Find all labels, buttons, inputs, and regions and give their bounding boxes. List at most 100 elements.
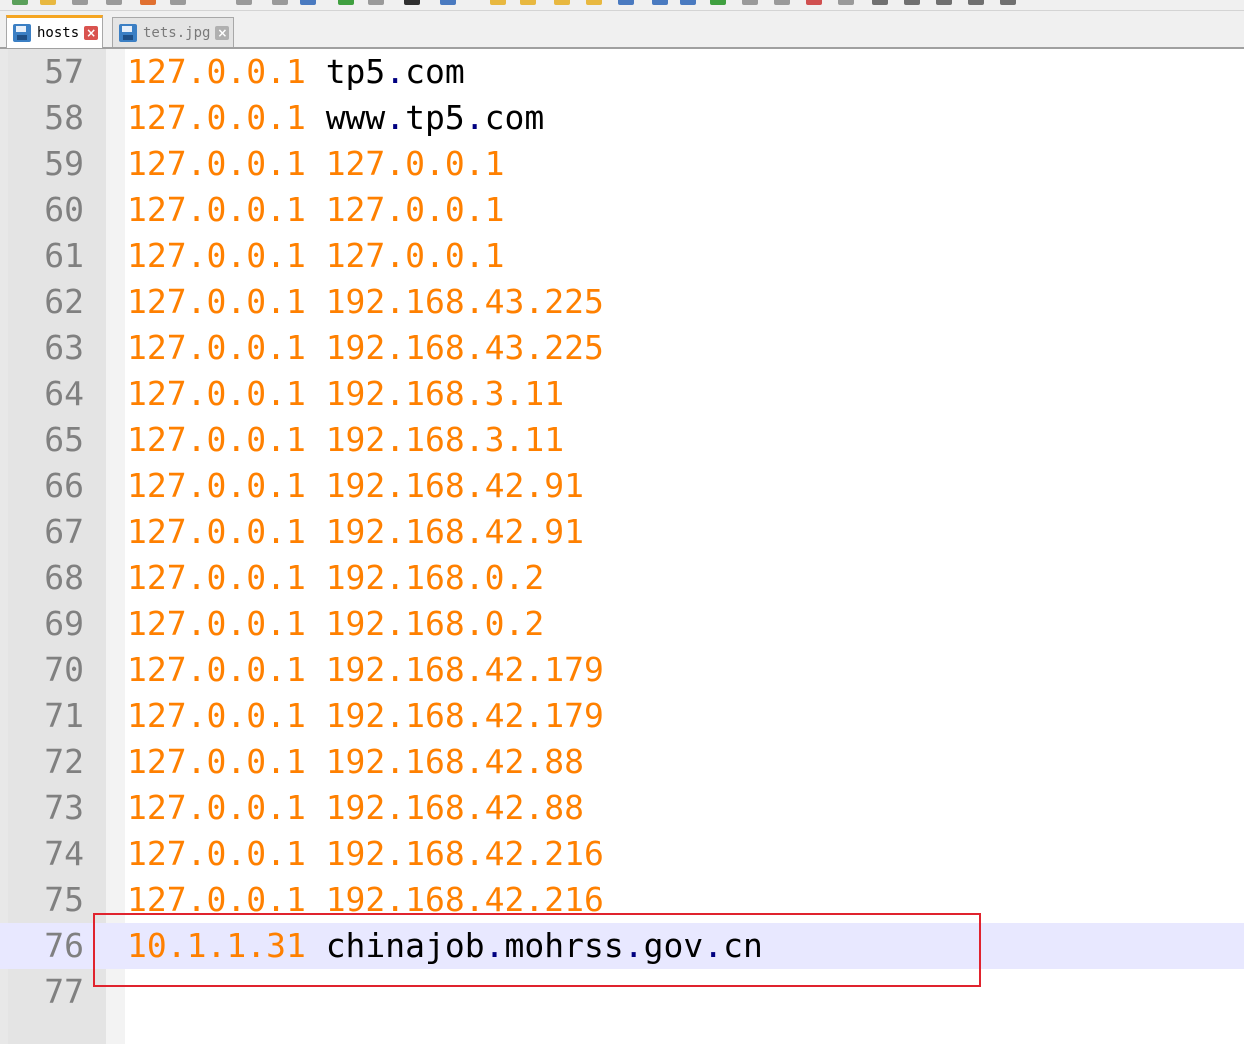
line-number: 65 — [44, 420, 84, 459]
hostname-part: 127.0.0.1 — [325, 144, 505, 183]
editor-line[interactable]: 72 127.0.0.1 192.168.42.88 — [0, 739, 1244, 785]
toolbar-icon[interactable] — [554, 0, 570, 5]
toolbar-icon[interactable] — [618, 0, 634, 5]
ip-address: 127.0.0.1 — [127, 282, 306, 321]
line-code: 127.0.0.1 tp5.com — [127, 49, 465, 95]
editor-line[interactable]: 71 127.0.0.1 192.168.42.179 — [0, 693, 1244, 739]
ip-address: 127.0.0.1 — [127, 834, 306, 873]
line-code: 127.0.0.1 www.tp5.com — [127, 95, 544, 141]
toolbar-icon[interactable] — [520, 0, 536, 5]
line-code: 127.0.0.1 192.168.3.11 — [127, 371, 564, 417]
toolbar-icon[interactable] — [710, 0, 726, 5]
toolbar-icon[interactable] — [170, 0, 186, 5]
line-number: 68 — [44, 558, 84, 597]
editor-line[interactable]: 68 127.0.0.1 192.168.0.2 — [0, 555, 1244, 601]
editor-area[interactable]: 57 127.0.0.1 tp5.com 58 127.0.0.1 www.tp5.c… — [0, 49, 1244, 1044]
tab-hosts[interactable]: hosts × — [6, 15, 104, 48]
line-number: 77 — [44, 972, 84, 1011]
toolbar-icon[interactable] — [140, 0, 156, 5]
toolbar-icon[interactable] — [490, 0, 506, 5]
ip-address: 127.0.0.1 — [127, 604, 306, 643]
hostname-part: tp5 — [405, 98, 465, 137]
line-number: 61 — [44, 236, 84, 275]
line-code: 127.0.0.1 192.168.42.91 — [127, 509, 584, 555]
hostname-part: 192.168.43.225 — [325, 282, 604, 321]
toolbar-icon[interactable] — [300, 0, 316, 5]
editor-line[interactable]: 73 127.0.0.1 192.168.42.88 — [0, 785, 1244, 831]
toolbar-icon[interactable] — [440, 0, 456, 5]
hostname-part: . — [385, 52, 406, 91]
ip-address: 127.0.0.1 — [127, 788, 306, 827]
editor-line[interactable]: 74 127.0.0.1 192.168.42.216 — [0, 831, 1244, 877]
line-number: 72 — [44, 742, 84, 781]
toolbar-icon[interactable] — [872, 0, 888, 5]
hostname-part: . — [464, 98, 485, 137]
toolbar-icon[interactable] — [72, 0, 88, 5]
editor-line[interactable]: 62 127.0.0.1 192.168.43.225 — [0, 279, 1244, 325]
hostname-part: 192.168.42.88 — [325, 788, 584, 827]
line-code: 127.0.0.1 192.168.0.2 — [127, 601, 544, 647]
editor-line[interactable]: 57 127.0.0.1 tp5.com — [0, 49, 1244, 95]
ip-address: 127.0.0.1 — [127, 696, 306, 735]
line-number: 57 — [44, 52, 84, 91]
toolbar-icon[interactable] — [904, 0, 920, 5]
toolbar-icon[interactable] — [742, 0, 758, 5]
toolbar-icon[interactable] — [586, 0, 602, 5]
line-code: 127.0.0.1 192.168.42.88 — [127, 785, 584, 831]
toolbar-icon[interactable] — [968, 0, 984, 5]
hostname-part: com — [405, 52, 465, 91]
ip-address: 127.0.0.1 — [127, 512, 306, 551]
save-icon — [13, 24, 31, 42]
toolbar — [0, 0, 1244, 11]
toolbar-icon[interactable] — [652, 0, 668, 5]
line-number: 62 — [44, 282, 84, 321]
line-code: 127.0.0.1 192.168.3.11 — [127, 417, 564, 463]
save-icon — [119, 23, 137, 42]
toolbar-icon[interactable] — [40, 0, 56, 5]
line-number: 58 — [44, 98, 84, 137]
line-number: 60 — [44, 190, 84, 229]
hostname-part: 192.168.42.179 — [325, 696, 604, 735]
tab-tets-jpg[interactable]: tets.jpg × — [112, 17, 235, 47]
toolbar-icon[interactable] — [12, 0, 28, 5]
hostname-part: www — [325, 98, 386, 137]
line-code: 127.0.0.1 192.168.42.179 — [127, 693, 604, 739]
editor-line[interactable]: 59 127.0.0.1 127.0.0.1 — [0, 141, 1244, 187]
hostname-part: 192.168.42.216 — [325, 834, 604, 873]
tab-bar: hosts × tets.jpg × — [0, 11, 1244, 49]
line-code: 127.0.0.1 127.0.0.1 — [127, 233, 505, 279]
hostname-part: 192.168.42.91 — [325, 466, 584, 505]
toolbar-icon[interactable] — [106, 0, 122, 5]
toolbar-icon[interactable] — [404, 0, 420, 5]
ip-address: 127.0.0.1 — [127, 144, 306, 183]
ip-address: 127.0.0.1 — [127, 52, 306, 91]
editor-line[interactable]: 70 127.0.0.1 192.168.42.179 — [0, 647, 1244, 693]
toolbar-icon[interactable] — [806, 0, 822, 5]
hostname-part: 127.0.0.1 — [325, 236, 505, 275]
line-number: 63 — [44, 328, 84, 367]
toolbar-icon[interactable] — [774, 0, 790, 5]
toolbar-icon[interactable] — [272, 0, 288, 5]
editor-line[interactable]: 60 127.0.0.1 127.0.0.1 — [0, 187, 1244, 233]
ip-address: 127.0.0.1 — [127, 558, 306, 597]
editor-line[interactable]: 67 127.0.0.1 192.168.42.91 — [0, 509, 1244, 555]
editor-line[interactable]: 66 127.0.0.1 192.168.42.91 — [0, 463, 1244, 509]
toolbar-icon[interactable] — [368, 0, 384, 5]
editor-line[interactable]: 61 127.0.0.1 127.0.0.1 — [0, 233, 1244, 279]
toolbar-icon[interactable] — [838, 0, 854, 5]
close-icon[interactable]: × — [215, 25, 230, 40]
close-icon[interactable]: × — [84, 26, 99, 40]
ip-address: 127.0.0.1 — [127, 374, 306, 413]
editor-line[interactable]: 64 127.0.0.1 192.168.3.11 — [0, 371, 1244, 417]
editor-line[interactable]: 63 127.0.0.1 192.168.43.225 — [0, 325, 1244, 371]
editor-line[interactable]: 58 127.0.0.1 www.tp5.com — [0, 95, 1244, 141]
line-number: 76 — [44, 926, 84, 965]
toolbar-icon[interactable] — [236, 0, 252, 5]
line-code: 127.0.0.1 127.0.0.1 — [127, 141, 505, 187]
editor-line[interactable]: 65 127.0.0.1 192.168.3.11 — [0, 417, 1244, 463]
toolbar-icon[interactable] — [1000, 0, 1016, 5]
toolbar-icon[interactable] — [680, 0, 696, 5]
toolbar-icon[interactable] — [936, 0, 952, 5]
editor-line[interactable]: 69 127.0.0.1 192.168.0.2 — [0, 601, 1244, 647]
toolbar-icon[interactable] — [338, 0, 354, 5]
